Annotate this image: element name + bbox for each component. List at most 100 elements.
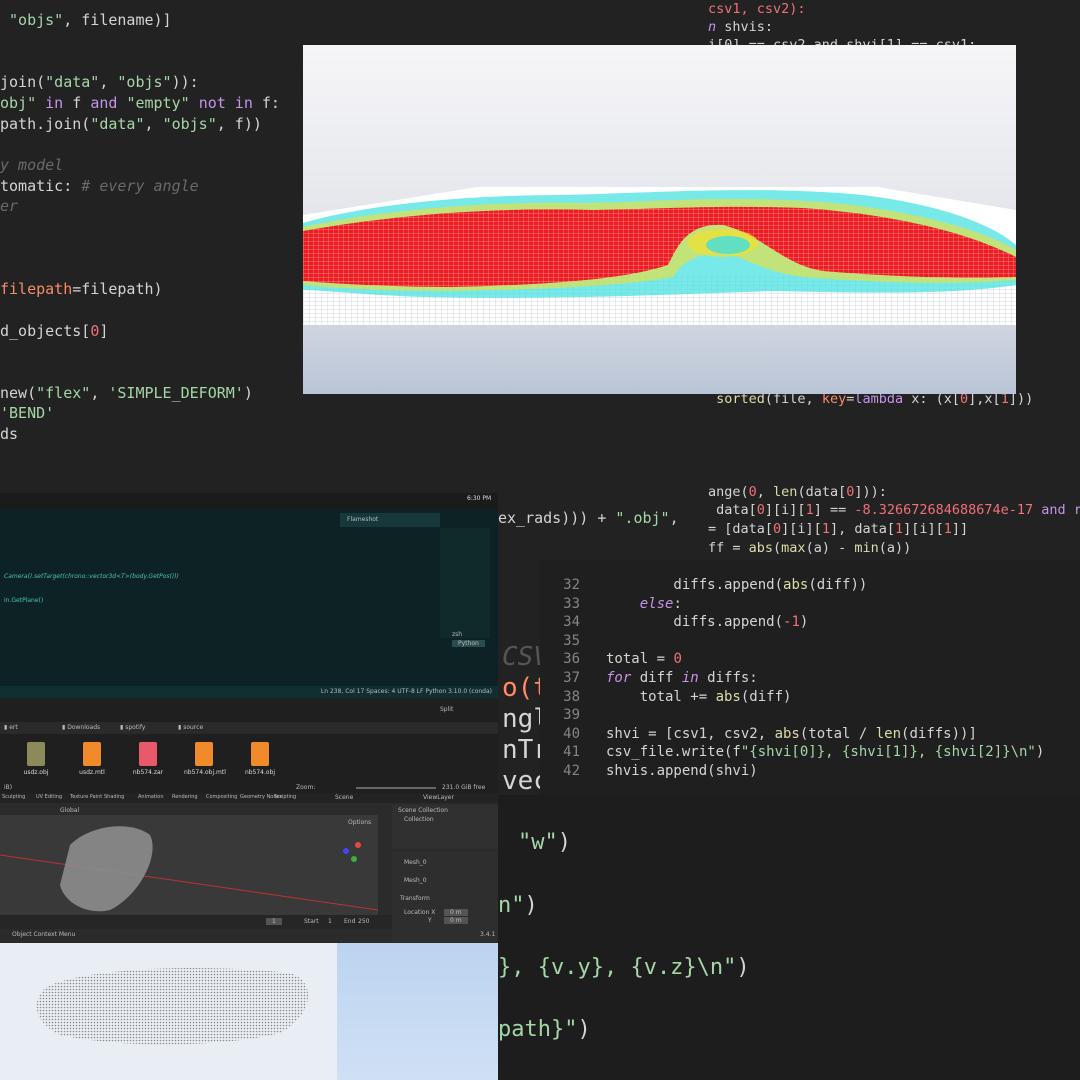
viewlayer-selector[interactable]: ViewLayer [423,794,454,801]
tab-flameshot[interactable]: Flameshot [340,513,440,527]
code-token: 1 [894,521,904,537]
workspace-tab[interactable]: UV Editing [36,794,62,800]
zoom-slider[interactable] [356,787,436,789]
code-token: , [90,383,109,402]
file-item[interactable]: nb574.obj [240,742,280,776]
code-token: len [875,725,902,742]
code-token: 0 [773,521,782,537]
3d-mesh-viewport[interactable] [303,45,1016,394]
code-line: csv1, csv2): [708,0,806,19]
code-token: diffs.append( [606,614,784,631]
code-line: new("flex", 'SIMPLE_DEFORM') [0,383,310,404]
3d-viewport[interactable]: Options [0,815,379,915]
timeline: 1 Start 1 End 250 [0,915,392,929]
mesh-object [60,826,153,912]
workspace-tab[interactable]: Compositing [206,794,237,800]
code-token: tomatic: [0,176,82,195]
code-token: -1 [783,614,800,631]
breadcrumb-item[interactable]: ▮ source [178,724,203,731]
code-token: "objs" [9,11,64,29]
code-token: , [144,114,163,133]
code-line: = [data[0][i][1], data[1][i][1]] [708,520,968,539]
file-icon [27,742,45,766]
code-token: , [756,484,774,500]
transform-orientation[interactable]: Global [60,807,79,814]
code-token: (a)) [878,540,912,556]
split-button[interactable]: Split [440,706,453,713]
code-line: obj" in f and "empty" not in f: [0,93,310,114]
code-line [0,31,310,52]
code-token: diffs.append( [606,577,784,593]
code-token: 0 [90,321,100,340]
code-token: ][i][ [903,521,944,537]
mid-code-line: ex_rads))) + ".obj", [498,509,679,527]
code-token: ], data[ [829,521,895,537]
minimap[interactable] [440,528,490,638]
code-token: shvi = [csv1, csv2, [606,725,775,742]
code-line: ange(0, len(data[0])): [708,483,887,502]
code-token: ds [0,425,19,444]
workspace-tab[interactable]: Shading [104,794,124,800]
code-token: data[ [708,502,757,518]
code-token: diff [631,669,682,686]
web-3d-viewer[interactable] [0,943,498,1080]
workspace-tab[interactable]: Texture Paint [70,794,102,800]
code-line [0,341,310,362]
outliner: Scene Collection Collection [392,805,498,849]
file-name: nb574.zar [132,769,164,776]
file-name: usdz.obj [23,769,49,776]
code-line [0,258,310,279]
code-line [0,300,310,321]
code-token: }, {v.y}, {v.z}\n" [498,955,737,980]
code-token: d_objects[ [0,321,91,340]
breadcrumb-item[interactable]: ▮ Downloads [62,724,100,731]
workspace-tab[interactable]: Animation [138,794,164,800]
options-menu[interactable]: Options [348,819,371,826]
code-token: len [773,484,798,500]
code-token: ) [557,830,571,855]
terminal-zsh[interactable]: zsh [452,631,462,638]
line-number: 40 [563,725,580,742]
code-token: -8.326672684688674e-17 [854,502,1034,518]
workspace-tab[interactable]: Rendering [172,794,198,800]
properties-panel: Mesh_0 Mesh_0 Transform Location X Y 0 m… [392,851,498,943]
code-token: = [data[ [708,521,774,537]
breadcrumb-item[interactable]: ▮ ert [4,724,18,731]
code-token: ) [736,955,750,980]
terminal-python[interactable]: Python [452,640,485,647]
workspace-tab[interactable]: Sculpting [2,794,25,800]
code-token: abs [715,688,741,705]
code-token: ])): [854,484,887,500]
file-item[interactable]: usdz.obj [16,742,56,776]
code-token: 0 [673,651,682,668]
file-item[interactable]: nb574.obj.mtl [184,742,226,776]
code-token: 'SIMPLE_DEFORM' [108,383,244,402]
mesh-render [303,187,1016,325]
code-token: ange( [708,484,749,500]
code-line: 41 csv_file.write(f"{shvi[0]}, {shvi[1]},… [540,743,1080,762]
top-bar [0,493,498,509]
code-token: ] [99,321,109,340]
line-number: 39 [563,707,580,724]
code-token: ) [577,1017,591,1042]
code-token: n" [498,893,525,918]
breadcrumb-item[interactable]: ▮ spotify [120,724,145,731]
code-line: ff = abs(max(a) - min(a)) [708,539,911,558]
code-token: , filename)] [63,11,172,29]
scene-selector[interactable]: Scene [335,794,353,801]
line-number: 38 [563,688,580,705]
code-token: else [639,595,674,612]
file-item[interactable]: nb574.zar [128,742,168,776]
code-token: n [708,19,717,35]
workspace-tab[interactable]: Scripting [274,794,296,800]
code-line: 'BEND' [0,403,310,424]
code-token: ] == [813,502,855,518]
file-item[interactable]: usdz.mtl [72,742,112,776]
